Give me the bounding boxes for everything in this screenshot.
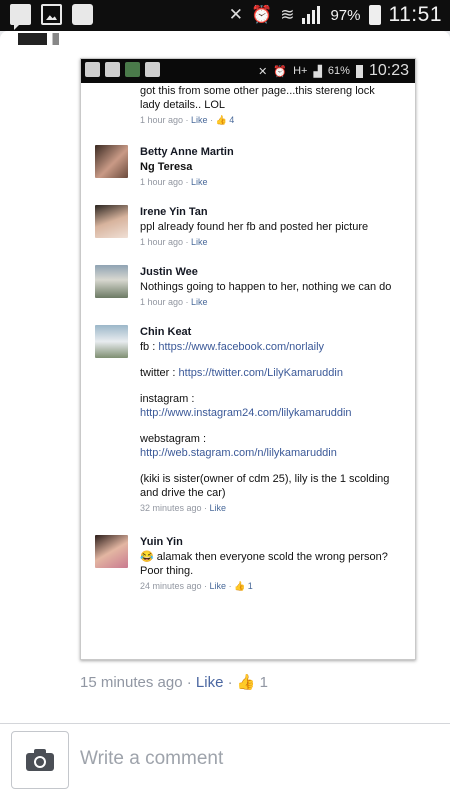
fb-link[interactable]: https://www.facebook.com/norlaily <box>158 341 324 353</box>
twitter-label: twitter : <box>140 367 179 379</box>
photo-battery-percent: 61% <box>327 65 350 77</box>
photo-network-label: H+ <box>293 65 308 77</box>
list-item: Betty Anne Martin Ng Teresa 1 hour ago ·… <box>95 145 397 188</box>
list-item: got this from some other page...this ste… <box>95 83 397 126</box>
comment-text: Ng Teresa <box>140 161 193 173</box>
like-button[interactable]: Like <box>196 674 224 691</box>
comment-like-count: 1 <box>247 581 253 591</box>
thumbs-up-icon: 👍 <box>215 115 227 125</box>
thumbs-up-icon: 👍 <box>234 581 246 591</box>
comment-like-link[interactable]: Like <box>191 115 208 125</box>
thumbs-up-icon: 👍 <box>236 674 256 691</box>
comment-text: Nothings going to happen to her, nothing… <box>140 281 392 293</box>
webstagram-label: webstagram : <box>140 433 207 445</box>
instagram-label: instagram : <box>140 393 195 405</box>
alarm-icon: ⏰ <box>251 5 273 24</box>
comment-like-count: 4 <box>229 115 235 125</box>
list-item: Yuin Yin 😂 alamak then everyone scold th… <box>95 535 397 592</box>
download-notification-icon <box>72 4 93 25</box>
twitter-link[interactable]: https://twitter.com/LilyKamaruddin <box>179 367 343 379</box>
comment-time: 1 hour ago <box>140 237 184 247</box>
list-item: Justin Wee Nothings going to happen to h… <box>95 265 397 308</box>
webstagram-link[interactable]: http://web.stagram.com/n/lilykamaruddin <box>140 447 337 459</box>
comment-text: alamak then everyone scold the wrong per… <box>140 551 388 577</box>
comment-text: got this from some other page...this ste… <box>140 85 375 111</box>
comment-text: ppl already found her fb and posted her … <box>140 221 369 233</box>
comment-like-link[interactable]: Like <box>191 237 208 247</box>
comment-time: 24 minutes ago <box>140 581 202 591</box>
comment-meta: 1 hour ago · Like <box>140 297 208 307</box>
avatar[interactable] <box>95 145 128 178</box>
battery-percent: 97% <box>330 6 361 24</box>
avatar[interactable] <box>95 205 128 238</box>
status-bar: ✕ ⏰ ≋ 97% 11:51 <box>0 0 450 31</box>
comment-fb-line: fb : https://www.facebook.com/norlaily <box>140 340 397 354</box>
photo-battery-icon <box>355 64 363 78</box>
comment-time: 32 minutes ago <box>140 503 202 513</box>
camera-button[interactable] <box>11 731 69 789</box>
comment-time: 1 hour ago <box>140 177 184 187</box>
photo-alarm-icon: ⏰ <box>273 65 288 78</box>
post-meta: 15 minutes ago · Like · 👍 1 <box>80 674 268 691</box>
list-item: Irene Yin Tan ppl already found her fb a… <box>95 205 397 248</box>
post-time: 15 minutes ago <box>80 674 183 691</box>
clock: 11:51 <box>388 3 442 26</box>
comment-instagram-line: instagram : http://www.instagram24.com/l… <box>140 392 397 420</box>
commenter-name[interactable]: Irene Yin Tan <box>140 205 397 220</box>
laughing-emoji-icon: 😂 <box>140 551 154 563</box>
commenter-name[interactable]: Justin Wee <box>140 265 397 280</box>
comment-time: 1 hour ago <box>140 115 184 125</box>
comment-meta: 1 hour ago · Like · 👍 4 <box>140 115 235 125</box>
comment-text: (kiki is sister(owner of cdm 25), lily i… <box>140 473 390 499</box>
image-notification-icon <box>41 4 62 25</box>
comment-input[interactable] <box>80 748 410 770</box>
comment-meta: 1 hour ago · Like <box>140 177 208 187</box>
comment-like-link[interactable]: Like <box>191 177 208 187</box>
photo-app-icon <box>125 62 140 77</box>
list-item: Chin Keat fb : https://www.facebook.com/… <box>95 325 397 514</box>
photo-signal-icon: ▟ <box>313 65 322 78</box>
signal-icon <box>302 6 322 24</box>
photo-msg-icon <box>85 62 100 77</box>
commenter-name[interactable]: Betty Anne Martin <box>140 145 397 160</box>
fb-label: fb : <box>140 341 159 353</box>
poster-avatar[interactable] <box>18 33 66 45</box>
commenter-name[interactable]: Chin Keat <box>140 325 397 340</box>
photo-clock: 10:23 <box>368 62 409 79</box>
comment-meta: 32 minutes ago · Like <box>140 503 227 513</box>
comment-meta: 24 minutes ago · Like · 👍 1 <box>140 581 253 591</box>
comment-like-link[interactable]: Like <box>210 581 227 591</box>
like-count: 1 <box>259 674 268 691</box>
photo-mute-icon: ✕ <box>258 65 268 78</box>
instagram-link[interactable]: http://www.instagram24.com/lilykamaruddi… <box>140 407 352 419</box>
photo-bag-icon <box>145 62 160 77</box>
comment-like-link[interactable]: Like <box>191 297 208 307</box>
wifi-icon: ≋ <box>280 5 295 24</box>
message-notification-icon <box>10 4 31 30</box>
camera-icon <box>26 749 54 771</box>
mute-icon: ✕ <box>228 5 244 24</box>
comment-time: 1 hour ago <box>140 297 184 307</box>
comment-text-line: 😂 alamak then everyone scold the wrong p… <box>140 550 397 578</box>
battery-icon <box>368 5 381 25</box>
post-photo[interactable]: ✕ ⏰ H+ ▟ 61% 10:23 got this from some ot… <box>80 58 416 660</box>
photo-image-icon <box>105 62 120 77</box>
avatar[interactable] <box>95 535 128 568</box>
comment-webstagram-line: webstagram : http://web.stagram.com/n/li… <box>140 432 397 460</box>
comment-composer <box>0 724 450 800</box>
avatar[interactable] <box>95 325 128 358</box>
comment-meta: 1 hour ago · Like <box>140 237 208 247</box>
commenter-name[interactable]: Yuin Yin <box>140 535 397 550</box>
comment-like-link[interactable]: Like <box>210 503 227 513</box>
comment-twitter-line: twitter : https://twitter.com/LilyKamaru… <box>140 366 397 380</box>
photo-status-bar: ✕ ⏰ H+ ▟ 61% 10:23 <box>81 59 415 83</box>
avatar[interactable] <box>95 265 128 298</box>
